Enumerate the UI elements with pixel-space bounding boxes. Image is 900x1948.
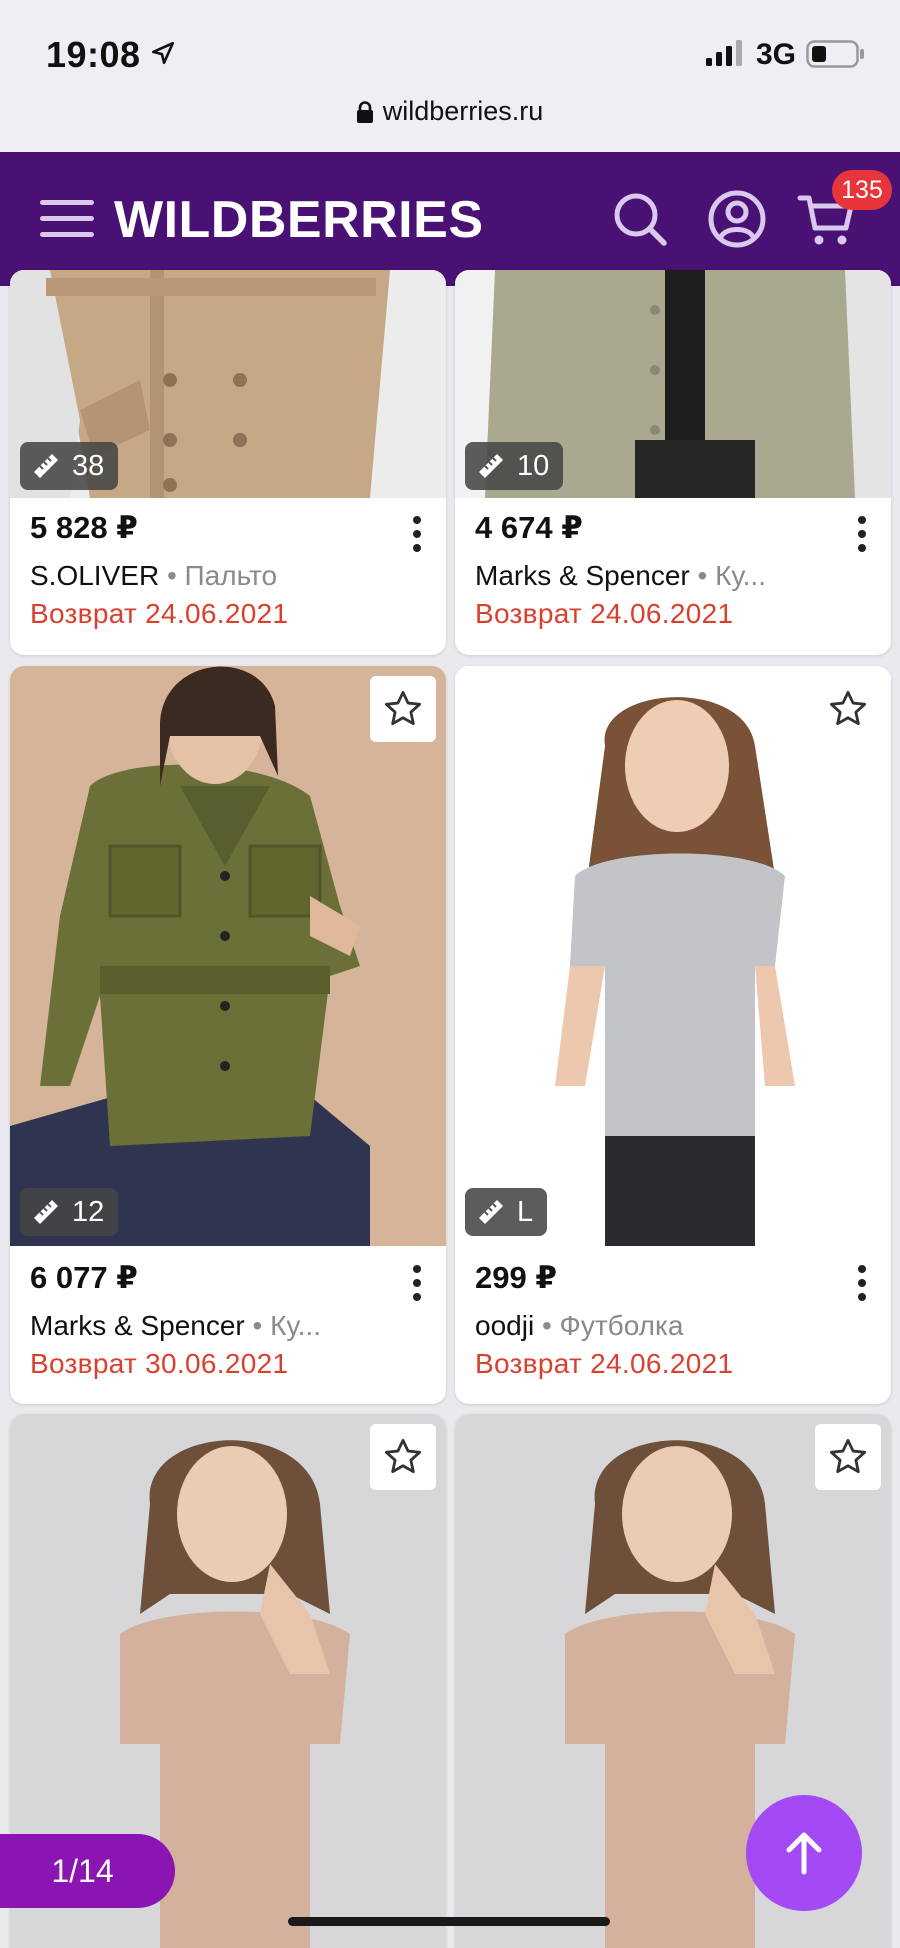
status-bar: 19:08 3G wildberries.ru (0, 0, 900, 152)
favorite-button[interactable] (815, 1424, 881, 1490)
ruler-icon (34, 1200, 58, 1224)
more-options-icon[interactable] (851, 1263, 873, 1303)
return-date: Возврат 24.06.2021 (475, 598, 734, 629)
star-outline-icon (829, 690, 867, 726)
star-outline-icon (829, 1438, 867, 1474)
menu-icon[interactable] (40, 198, 94, 240)
profile-icon[interactable] (706, 188, 768, 250)
more-options-icon[interactable] (406, 514, 428, 554)
ruler-icon (479, 454, 503, 478)
home-indicator (288, 1917, 610, 1926)
product-category: Футболка (559, 1310, 684, 1341)
product-price: 4 674 ₽ (475, 510, 583, 545)
location-arrow-icon (151, 41, 175, 65)
more-options-icon[interactable] (851, 514, 873, 554)
size-badge: L (465, 1188, 548, 1236)
product-image[interactable]: L (455, 666, 891, 1246)
size-label: L (517, 1195, 534, 1228)
size-label: 12 (72, 1195, 105, 1228)
product-image[interactable]: 38 (10, 270, 446, 498)
network-type: 3G (756, 38, 797, 71)
scroll-to-top-button[interactable] (746, 1795, 862, 1911)
url-text: wildberries.ru (382, 96, 544, 126)
arrow-up-icon (786, 1832, 822, 1875)
product-image[interactable]: 12 (10, 666, 446, 1246)
product-brand-line: S.OLIVER • Пальто (30, 560, 278, 591)
product-card[interactable]: 12 6 077 ₽ Marks & Spencer • Ку... Возвр… (10, 666, 446, 1404)
product-brand: S.OLIVER (30, 560, 160, 591)
size-label: 10 (517, 449, 550, 482)
page-indicator[interactable]: 1/14 (0, 1834, 175, 1908)
more-options-icon[interactable] (406, 1263, 428, 1303)
product-price: 5 828 ₽ (30, 510, 138, 545)
product-image[interactable]: 10 (455, 270, 891, 498)
search-icon[interactable] (609, 188, 671, 250)
product-price: 299 ₽ (475, 1260, 557, 1295)
ruler-icon (34, 454, 58, 478)
product-price: 6 077 ₽ (30, 1260, 138, 1295)
product-category: Ку... (715, 560, 766, 591)
signal-icon (706, 40, 742, 66)
size-badge: 38 (20, 442, 119, 490)
product-brand: Marks & Spencer (475, 560, 690, 591)
product-card[interactable]: 38 5 828 ₽ S.OLIVER • Пальто Возврат 24.… (10, 270, 446, 655)
battery-icon (806, 40, 864, 68)
size-badge: 12 (20, 1188, 119, 1236)
product-brand: Marks & Spencer (30, 1310, 245, 1341)
star-outline-icon (384, 1438, 422, 1474)
favorite-button[interactable] (815, 676, 881, 742)
star-outline-icon (384, 690, 422, 726)
return-date: Возврат 24.06.2021 (475, 1348, 734, 1379)
product-brand: oodji (475, 1310, 535, 1341)
lock-icon (356, 101, 373, 123)
status-time: 19:08 (46, 34, 141, 75)
product-card[interactable]: L 299 ₽ oodji • Футболка Возврат 24.06.2… (455, 666, 891, 1404)
address-bar[interactable]: wildberries.ru (0, 96, 900, 127)
product-card[interactable]: 10 4 674 ₽ Marks & Spencer • Ку... Возвр… (455, 270, 891, 655)
favorite-button[interactable] (370, 676, 436, 742)
return-date: Возврат 30.06.2021 (30, 1348, 289, 1379)
size-badge: 10 (465, 442, 564, 490)
cart-count-badge: 135 (832, 170, 892, 210)
product-brand-line: Marks & Spencer • Ку... (475, 560, 766, 591)
product-brand-line: oodji • Футболка (475, 1310, 684, 1341)
size-label: 38 (72, 449, 105, 482)
product-category: Пальто (184, 560, 278, 591)
product-category: Ку... (270, 1310, 321, 1341)
site-header: WILDBERRIES (0, 152, 900, 286)
product-brand-line: Marks & Spencer • Ку... (30, 1310, 321, 1341)
return-date: Возврат 24.06.2021 (30, 598, 289, 629)
favorite-button[interactable] (370, 1424, 436, 1490)
ruler-icon (479, 1200, 503, 1224)
brand-logo[interactable]: WILDBERRIES (114, 190, 484, 250)
